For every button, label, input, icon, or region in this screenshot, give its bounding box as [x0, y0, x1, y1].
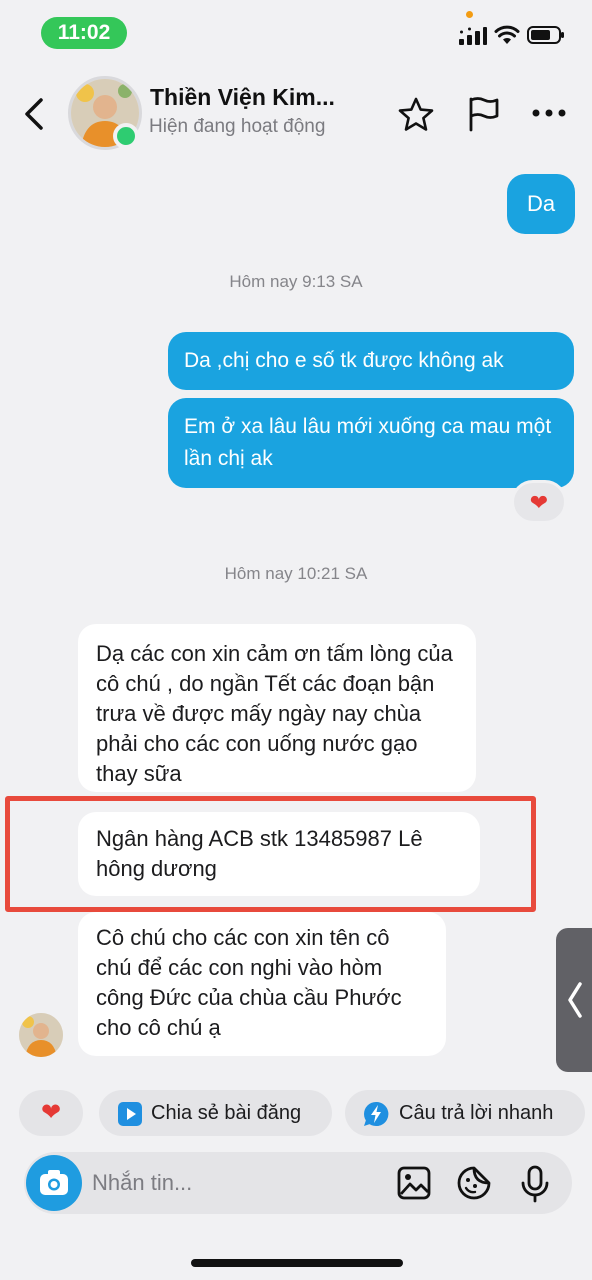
battery-icon — [527, 26, 564, 44]
contact-status: Hiện đang hoạt động — [149, 116, 326, 137]
cellular-signal-icon — [459, 27, 487, 45]
microphone-icon[interactable] — [519, 1165, 551, 1203]
side-panel-handle[interactable] — [556, 928, 592, 1072]
more-icon[interactable] — [531, 106, 567, 120]
online-status-dot — [113, 123, 139, 149]
lightning-icon — [364, 1101, 389, 1126]
gallery-icon[interactable] — [396, 1165, 432, 1201]
message-timestamp: Hôm nay 10:21 SA — [224, 564, 368, 583]
quick-reply-button[interactable]: Câu trả lời nhanh — [345, 1090, 585, 1136]
quick-heart-button[interactable]: ❤ — [19, 1090, 83, 1136]
status-time: 11:02 — [41, 17, 127, 49]
red-highlight-annotation — [5, 796, 536, 912]
chevron-left-icon — [568, 982, 582, 1018]
sender-avatar[interactable] — [19, 1013, 63, 1057]
message-timestamp: Hôm nay 9:13 SA — [229, 272, 363, 291]
monk-avatar-image — [19, 1013, 63, 1057]
camera-icon — [40, 1170, 68, 1195]
sticker-icon[interactable] — [456, 1165, 492, 1201]
privacy-indicator-dot — [466, 11, 473, 18]
wifi-icon — [494, 25, 520, 44]
share-post-label: Chia sẻ bài đăng — [151, 1102, 302, 1124]
heart-icon: ❤ — [40, 1099, 62, 1126]
heart-reaction[interactable]: ❤ — [511, 480, 567, 524]
message-input[interactable] — [92, 1167, 382, 1199]
back-icon[interactable] — [22, 96, 46, 132]
camera-button[interactable] — [26, 1155, 82, 1211]
share-post-button[interactable]: Chia sẻ bài đăng — [99, 1090, 332, 1136]
message-incoming[interactable]: Dạ các con xin cảm ơn tấm lòng của cô ch… — [78, 624, 476, 792]
message-outgoing[interactable]: Em ở xa lâu lâu mới xuống ca mau một lần… — [168, 398, 574, 488]
message-incoming[interactable]: Cô chú cho các con xin tên cô chú để các… — [78, 912, 446, 1056]
message-outgoing[interactable]: Da — [507, 174, 575, 234]
play-square-icon — [118, 1102, 142, 1126]
star-icon[interactable] — [397, 96, 435, 134]
quick-reply-label: Câu trả lời nhanh — [399, 1102, 554, 1124]
contact-name[interactable]: Thiền Viện Kim... — [150, 84, 335, 111]
message-composer — [24, 1152, 572, 1214]
home-indicator[interactable] — [191, 1259, 403, 1267]
flag-icon[interactable] — [466, 96, 500, 132]
message-outgoing[interactable]: Da ,chị cho e số tk được không ak — [168, 332, 574, 390]
status-bar: 11:02 — [0, 0, 592, 62]
chat-header: Thiền Viện Kim... Hiện đang hoạt động — [0, 68, 592, 160]
